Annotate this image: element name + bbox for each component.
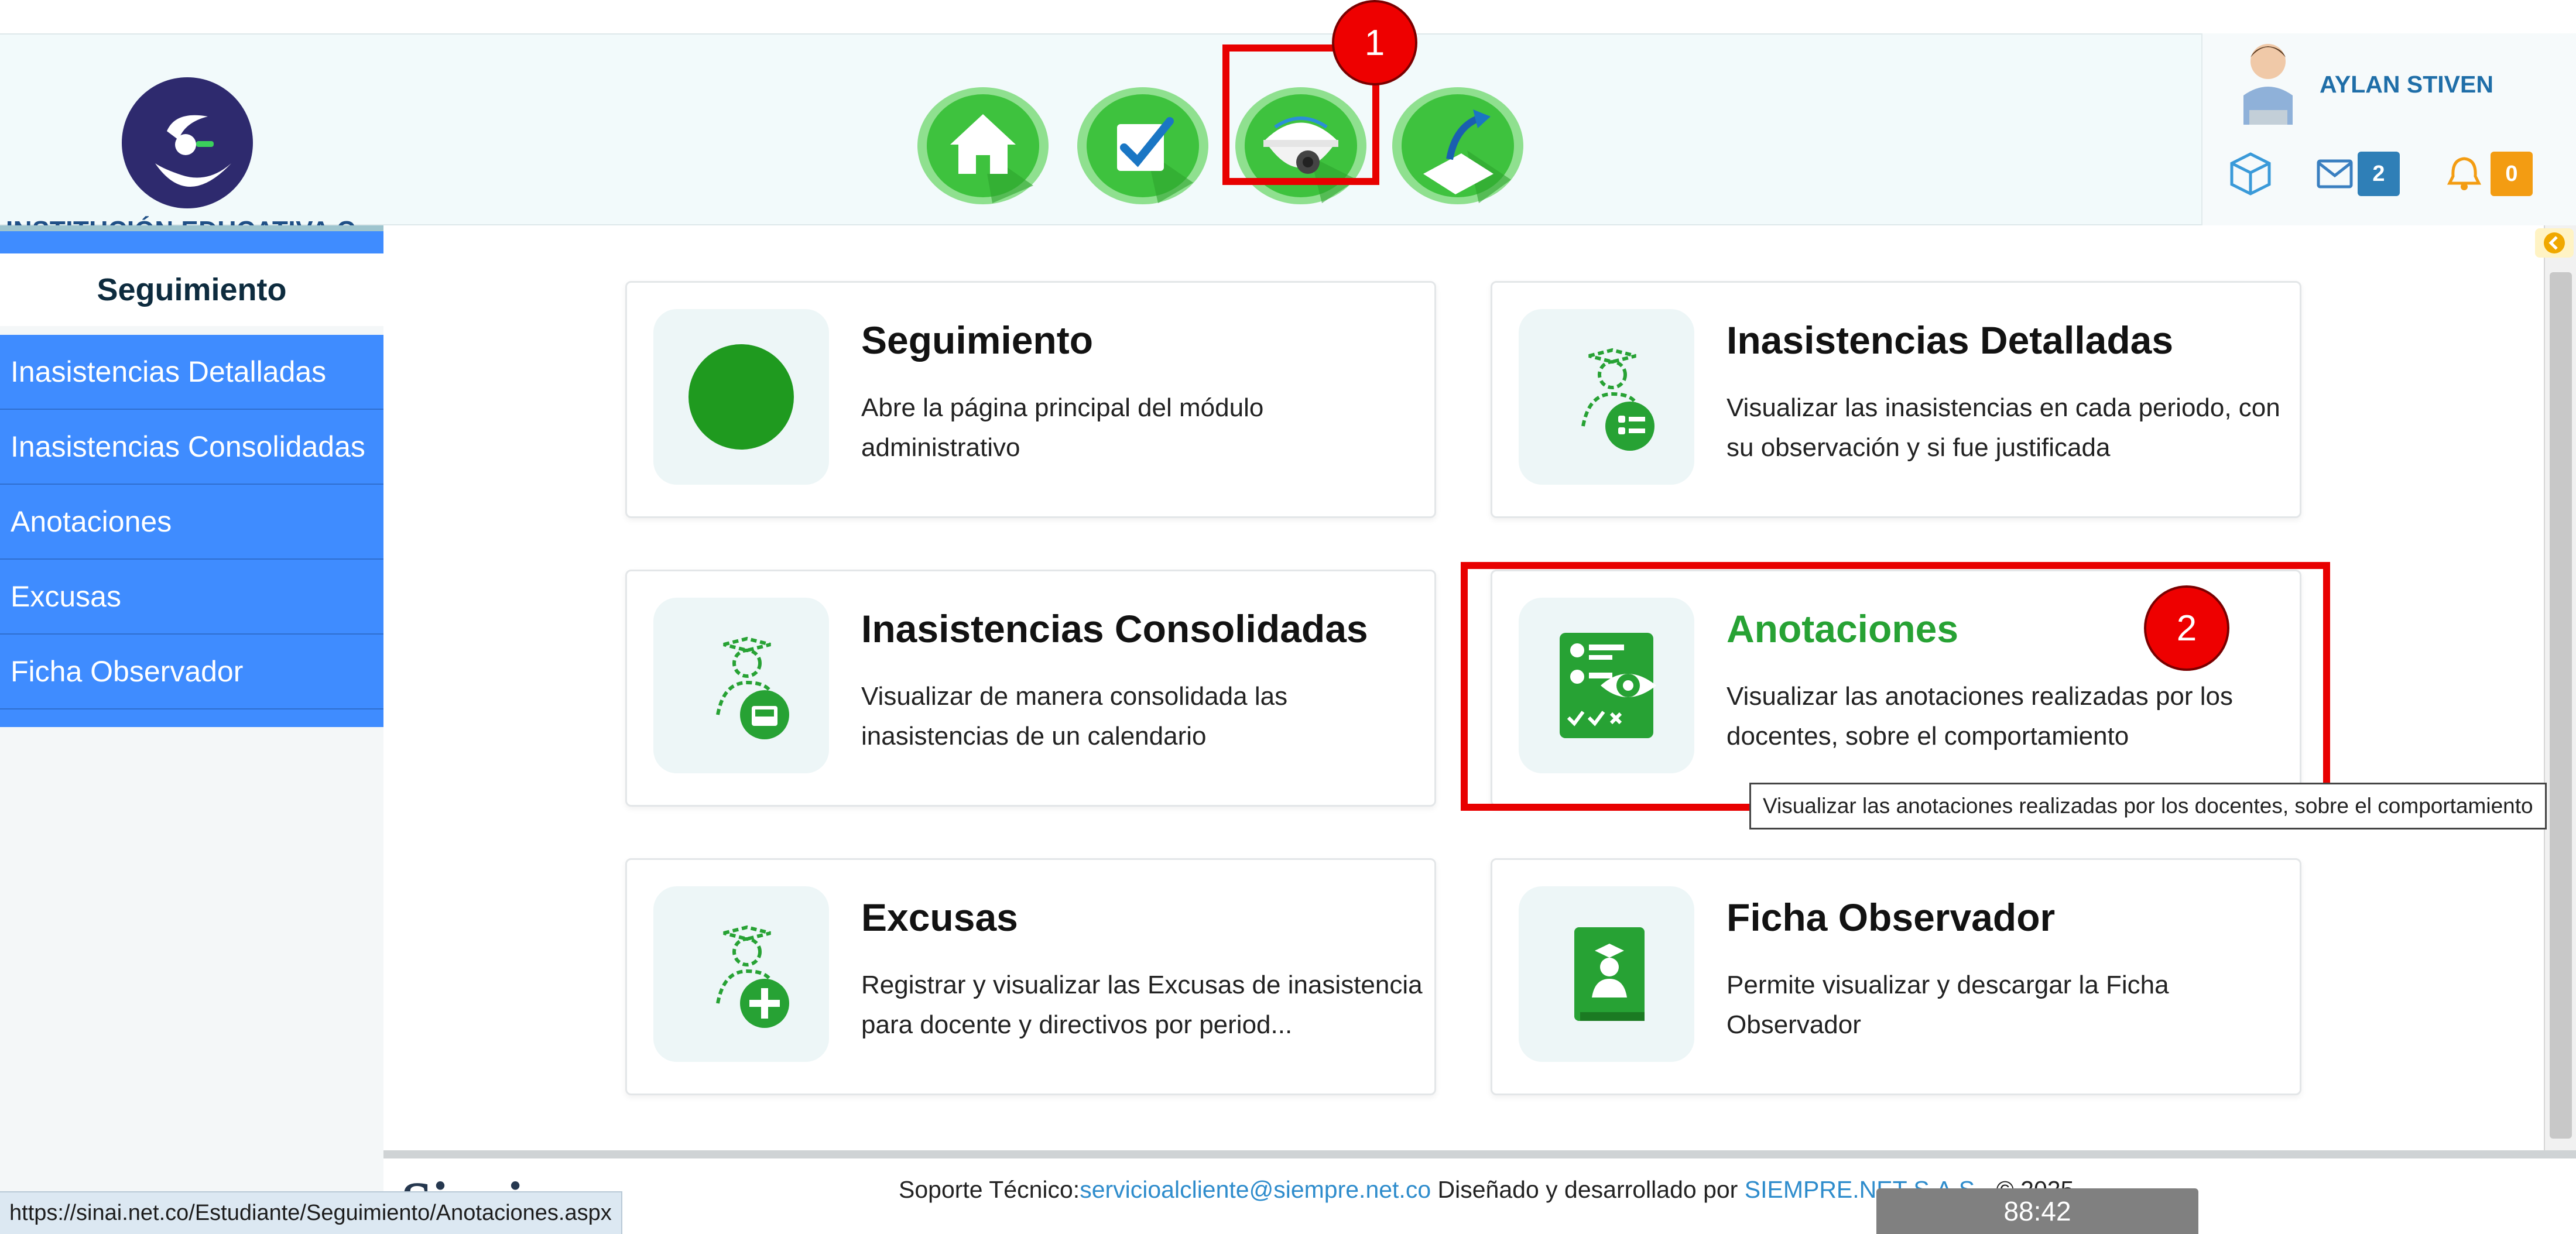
card-description: Abre la página principal del módulo admi… (861, 393, 1264, 462)
card-inasistencias-detalladas[interactable]: Inasistencias Detalladas Visualizar las … (1491, 281, 2301, 518)
card-description: Visualizar de manera consolidada las ina… (861, 682, 1288, 750)
card-description: Permite visualizar y descargar la Ficha … (1727, 971, 2169, 1039)
card-inasistencias-consolidadas[interactable]: Inasistencias Consolidadas Visualizar de… (625, 570, 1436, 807)
support-email-link[interactable]: servicioalcliente@siempre.net.co (1080, 1176, 1431, 1203)
sidebar-top-strip (0, 225, 383, 253)
card-title: Excusas (861, 896, 1018, 939)
card-title: Seguimiento (861, 318, 1094, 362)
notifications-count-badge[interactable]: 0 (2491, 152, 2533, 196)
vertical-scrollbar[interactable] (2544, 225, 2576, 1150)
card-ficha-observador[interactable]: Ficha Observador Permite visualizar y de… (1491, 858, 2301, 1095)
student-list-icon (1581, 348, 1654, 451)
sidebar-item-inasistencias-consolidadas[interactable]: Inasistencias Consolidadas (0, 410, 383, 485)
cube-icon[interactable] (2227, 150, 2274, 197)
sidebar-item-inasistencias-detalladas[interactable]: Inasistencias Detalladas (0, 335, 383, 410)
annotation-number-1: 1 (1332, 0, 1417, 85)
messages-count-badge[interactable]: 2 (2358, 152, 2400, 196)
camera-icon (1235, 87, 1366, 204)
sidebar-menu: Inasistencias Detalladas Inasistencias C… (0, 335, 383, 727)
support-label: Soporte Técnico: (899, 1176, 1080, 1203)
card-description: Visualizar las anotaciones realizadas po… (1727, 682, 2234, 750)
mail-icon[interactable] (2317, 159, 2353, 188)
user-name: AYLAN STIVEN (2320, 71, 2493, 98)
tooltip: Visualizar las anotaciones realizadas po… (1749, 783, 2547, 829)
card-description: Visualizar las inasistencias en cada per… (1727, 393, 2280, 462)
card-title: Anotaciones (1727, 607, 1959, 650)
card-icon-box (653, 309, 829, 485)
green-circle-icon (688, 344, 794, 450)
chevron-left-icon (2544, 232, 2565, 253)
pen-icon (1392, 87, 1523, 204)
nav-camera-button[interactable] (1234, 86, 1368, 205)
sidebar: Seguimiento Inasistencias Detalladas Ina… (0, 225, 383, 1191)
card-icon-box (1519, 309, 1694, 485)
avatar[interactable] (2232, 37, 2305, 125)
user-area: AYLAN STIVEN 2 0 (2201, 33, 2576, 225)
student-inbox-icon (716, 636, 789, 739)
status-bar-url: https://sinai.net.co/Estudiante/Seguimie… (0, 1191, 622, 1234)
card-title: Ficha Observador (1727, 896, 2056, 939)
sidebar-menu-end (0, 709, 383, 727)
check-icon (1077, 87, 1208, 204)
footer: Sinai Soporte Técnico:servicioalcliente@… (383, 1150, 2576, 1234)
nav-pen-button[interactable] (1391, 86, 1525, 205)
card-seguimiento[interactable]: Seguimiento Abre la página principal del… (625, 281, 1436, 518)
nav-check-button[interactable] (1076, 86, 1210, 205)
annotation-number-2: 2 (2144, 585, 2229, 671)
sidebar-item-excusas[interactable]: Excusas (0, 560, 383, 635)
card-title: Inasistencias Detalladas (1727, 318, 2174, 362)
sidebar-item-anotaciones[interactable]: Anotaciones (0, 485, 383, 560)
card-icon-box (653, 598, 829, 773)
card-excusas[interactable]: Excusas Registrar y visualizar las Excus… (625, 858, 1436, 1095)
nav-home-button[interactable] (916, 86, 1050, 205)
scrollbar-thumb[interactable] (2550, 272, 2572, 1139)
student-add-icon (716, 925, 789, 1028)
sidebar-title[interactable]: Seguimiento (0, 253, 383, 326)
card-icon-box (653, 886, 829, 1062)
bell-icon[interactable] (2447, 155, 2481, 191)
timer: 88:42 (1876, 1188, 2198, 1234)
designed-by-label: Diseñado y desarrollado por (1431, 1176, 1745, 1203)
student-book-icon (1574, 927, 1645, 1021)
top-bar: INSTITUCIÓN EDUCATIVA C... (0, 33, 2576, 245)
card-icon-box (1519, 886, 1694, 1062)
card-icon-box (1519, 598, 1694, 773)
school-logo[interactable] (120, 76, 255, 210)
card-description: Registrar y visualizar las Excusas de in… (861, 971, 1423, 1039)
home-icon (917, 87, 1049, 204)
card-title: Inasistencias Consolidadas (861, 607, 1368, 650)
observation-sheet-icon (1560, 633, 1656, 738)
sidebar-item-ficha-observador[interactable]: Ficha Observador (0, 635, 383, 709)
collapse-button[interactable] (2535, 228, 2574, 258)
